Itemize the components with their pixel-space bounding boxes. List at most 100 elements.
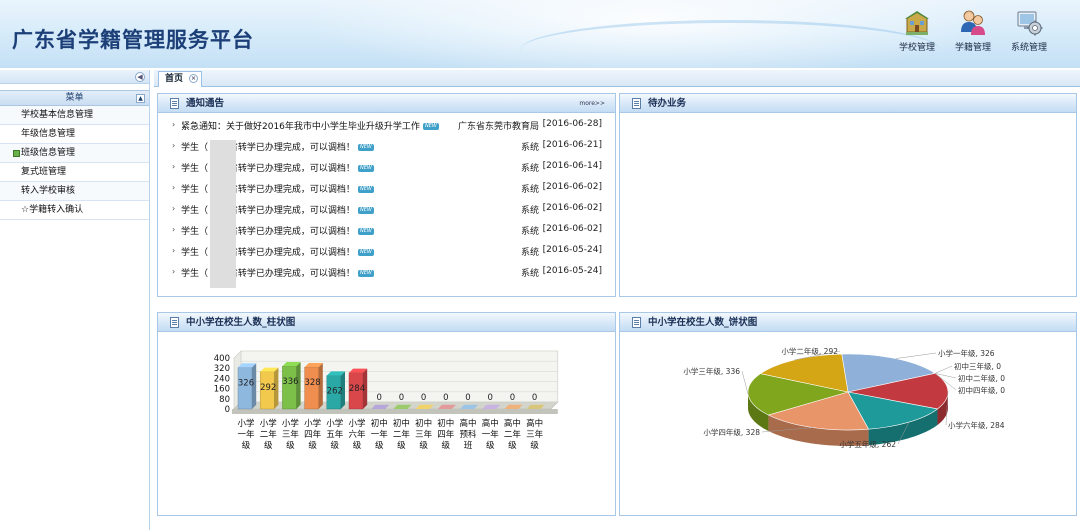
x-tick-label: 班: [464, 440, 473, 451]
topnav-student-status-management[interactable]: 学籍管理: [943, 8, 1003, 62]
pie-label: 小学一年级, 326: [938, 348, 995, 358]
x-tick-label: 高中: [526, 418, 543, 429]
new-badge: NEW: [357, 270, 374, 277]
pie-label: 初中四年级, 0: [958, 385, 1005, 395]
sidebar-collapse-bar: ◀: [0, 70, 149, 84]
x-tick-label: 三年: [415, 429, 433, 440]
x-tick-label: 小学: [348, 418, 366, 429]
notice-source: 系统: [520, 206, 539, 216]
y-tick-label: 240: [214, 374, 230, 384]
document-icon: [170, 317, 179, 328]
close-tab-icon[interactable]: ×: [189, 74, 199, 83]
y-tick-label: 320: [214, 364, 230, 374]
panel-title: 中小学在校生人数_柱状图: [186, 317, 296, 328]
notice-date: [2016-05-24]: [542, 266, 602, 276]
x-tick-label: 初中: [393, 418, 410, 429]
pie-label: 初中二年级, 0: [958, 373, 1005, 383]
selected-marker-icon: [13, 150, 20, 157]
new-badge: NEW: [422, 123, 439, 130]
x-tick-label: 级: [419, 440, 428, 451]
notice-source: 系统: [520, 269, 539, 279]
notice-date: [2016-06-21]: [542, 140, 602, 150]
pie-leader-line: [895, 352, 937, 359]
chevron-up-icon[interactable]: ▲: [136, 94, 145, 103]
topnav-label: 系统管理: [1010, 43, 1047, 53]
x-tick-label: 小学: [304, 418, 322, 429]
sidebar-item-school-info[interactable]: 学校基本信息管理: [0, 106, 149, 125]
x-tick-label: 级: [331, 440, 340, 451]
panel-title: 待办业务: [648, 98, 687, 109]
chevron-right-icon: ›: [172, 267, 176, 276]
new-badge: NEW: [357, 249, 374, 256]
topnav-system-management[interactable]: 系统管理: [999, 8, 1059, 62]
school-building-icon: [905, 11, 929, 35]
x-tick-label: 一年: [482, 429, 500, 440]
pie-label: 小学四年级, 328: [703, 427, 760, 437]
notice-source: 系统: [520, 227, 539, 237]
more-link[interactable]: more>>: [579, 94, 605, 113]
x-tick-label: 初中: [437, 418, 454, 429]
x-tick-label: 五年: [326, 429, 344, 440]
document-icon: [632, 98, 641, 109]
panel-title: 通知通告: [186, 98, 225, 109]
data-label: 0: [532, 393, 537, 403]
x-tick-label: 三年: [282, 429, 300, 440]
x-tick-label: 级: [308, 440, 317, 451]
pie-label: 小学二年级, 292: [781, 346, 838, 356]
topnav-label: 学籍管理: [954, 43, 991, 53]
notice-item[interactable]: › 紧急通知：关于做好2016年我市中小学生毕业升级升学工作 NEW 广东省东莞市…: [158, 115, 615, 136]
x-tick-label: 高中: [482, 418, 499, 429]
x-tick-label: 初中: [371, 418, 388, 429]
sidebar-item-class-info[interactable]: 班级信息管理: [0, 144, 149, 163]
x-tick-label: 高中: [504, 418, 521, 429]
sidebar-item-label: ☆学籍转入确认: [21, 205, 84, 215]
tab-home[interactable]: 首页 ×: [158, 71, 203, 87]
x-tick-label: 一年: [371, 429, 389, 440]
pie-leader-line: [935, 365, 953, 374]
chart-base-plate: [232, 409, 558, 414]
x-tick-label: 级: [375, 440, 384, 451]
data-label: 262: [327, 387, 343, 397]
pie-chart-panel: 中小学在校生人数_饼状图 小学一年级, 326 初中三年级, 0 初中二年级, 0 初…: [619, 312, 1077, 516]
x-tick-label: 二年: [260, 429, 278, 440]
x-tick-label: 初中: [415, 418, 432, 429]
collapse-sidebar-button[interactable]: ◀: [135, 72, 145, 82]
pie-leader-line: [741, 370, 749, 395]
sidebar-item-label: 学校基本信息管理: [21, 110, 94, 120]
chevron-right-icon: ›: [172, 162, 176, 171]
sidebar-item-combined-class[interactable]: 复式班管理: [0, 163, 149, 182]
notice-source: 系统: [520, 185, 539, 195]
x-tick-label: 六年: [348, 429, 366, 440]
notice-source: 广东省东莞市教育局: [457, 122, 539, 132]
menu-header[interactable]: 菜单 ▲: [0, 90, 149, 106]
notice-date: [2016-06-28]: [542, 119, 602, 129]
sidebar-item-label: 复式班管理: [21, 167, 67, 177]
x-tick-label: 三年: [526, 429, 544, 440]
x-tick-label: 二年: [504, 429, 522, 440]
sidebar-item-grade-info[interactable]: 年级信息管理: [0, 125, 149, 144]
x-tick-label: 小学: [260, 418, 278, 429]
chevron-right-icon: ›: [172, 225, 176, 234]
data-label: 0: [465, 393, 470, 403]
document-icon: [170, 98, 179, 109]
data-label: 0: [399, 393, 404, 403]
y-tick-label: 400: [214, 354, 230, 364]
data-label: 0: [487, 393, 492, 403]
notice-date: [2016-06-02]: [542, 182, 602, 192]
x-tick-label: 级: [286, 440, 295, 451]
x-tick-label: 小学: [326, 418, 344, 429]
data-label: 326: [238, 378, 254, 388]
topnav-school-management[interactable]: 学校管理: [887, 8, 947, 62]
panel-header: 待办业务: [620, 94, 1076, 113]
x-tick-label: 级: [530, 440, 539, 451]
notice-date: [2016-05-24]: [542, 245, 602, 255]
sidebar-item-transfer-confirm[interactable]: ☆学籍转入确认: [0, 201, 149, 220]
sidebar-item-label: 班级信息管理: [21, 148, 76, 158]
new-badge: NEW: [357, 165, 374, 172]
panel-header: 通知通告 more>>: [158, 94, 615, 113]
sidebar-item-transfer-review[interactable]: 转入学校审核: [0, 182, 149, 201]
y-tick-label: 80: [219, 395, 230, 405]
document-icon: [632, 317, 641, 328]
pie-label: 初中三年级, 0: [954, 361, 1001, 371]
app-header: 广东省学籍管理服务平台 学校管理 学籍管理 系统管理: [0, 0, 1080, 68]
